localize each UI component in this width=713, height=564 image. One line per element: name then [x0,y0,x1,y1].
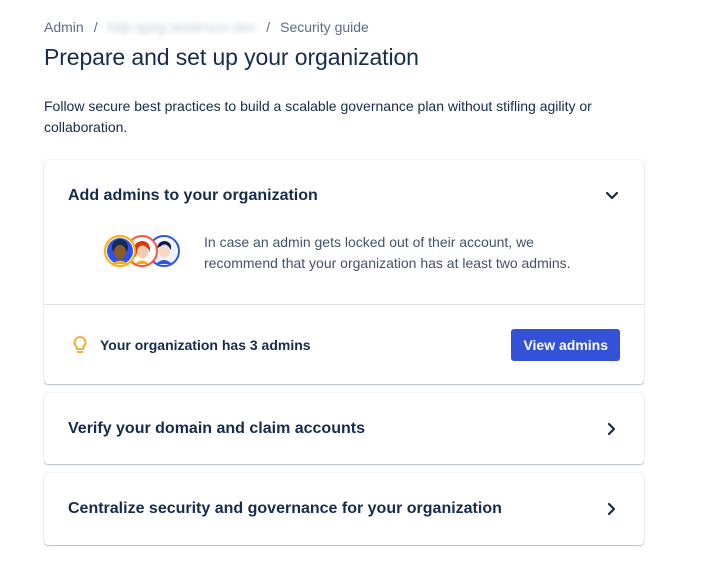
card-title: Add admins to your organization [68,187,318,204]
card-centralize-security[interactable]: Centralize security and governance for y… [44,473,644,545]
page-title: Prepare and set up your organization [44,44,419,70]
breadcrumb: Admin / http-sprig-anderson-dev / Securi… [44,19,369,35]
avatar-icon [104,235,136,267]
divider [44,304,644,305]
card-verify-domain[interactable]: Verify your domain and claim accounts [44,393,644,464]
admins-illustration [104,235,180,267]
card-verify-domain-header[interactable]: Verify your domain and claim accounts [68,418,620,440]
page-intro: Follow secure best practices to build a … [44,98,592,135]
card-add-admins: Add admins to your organization In case … [44,160,644,384]
chevron-down-icon[interactable] [604,188,620,204]
card-title: Verify your domain and claim accounts [68,420,365,437]
admin-count-text: Your organization has 3 admins [100,337,311,353]
breadcrumb-separator: / [266,19,271,35]
admin-count-info: Your organization has 3 admins [72,335,311,355]
breadcrumb-separator: / [93,19,98,35]
breadcrumb-organization[interactable]: http-sprig-anderson-dev [108,19,257,35]
admin-count-row: Your organization has 3 admins View admi… [72,329,620,361]
lightbulb-icon [72,335,88,355]
card-description: In case an admin gets locked out of thei… [204,234,571,271]
breadcrumb-admin[interactable]: Admin [44,19,84,35]
breadcrumb-current: Security guide [280,19,369,35]
card-add-admins-header[interactable]: Add admins to your organization [68,186,620,206]
card-centralize-security-header[interactable]: Centralize security and governance for y… [68,498,620,520]
chevron-right-icon[interactable] [604,501,620,517]
view-admins-button[interactable]: View admins [511,329,620,361]
card-title: Centralize security and governance for y… [68,500,502,517]
chevron-right-icon[interactable] [604,421,620,437]
security-guide-page: Admin / http-sprig-anderson-dev / Securi… [0,0,713,564]
